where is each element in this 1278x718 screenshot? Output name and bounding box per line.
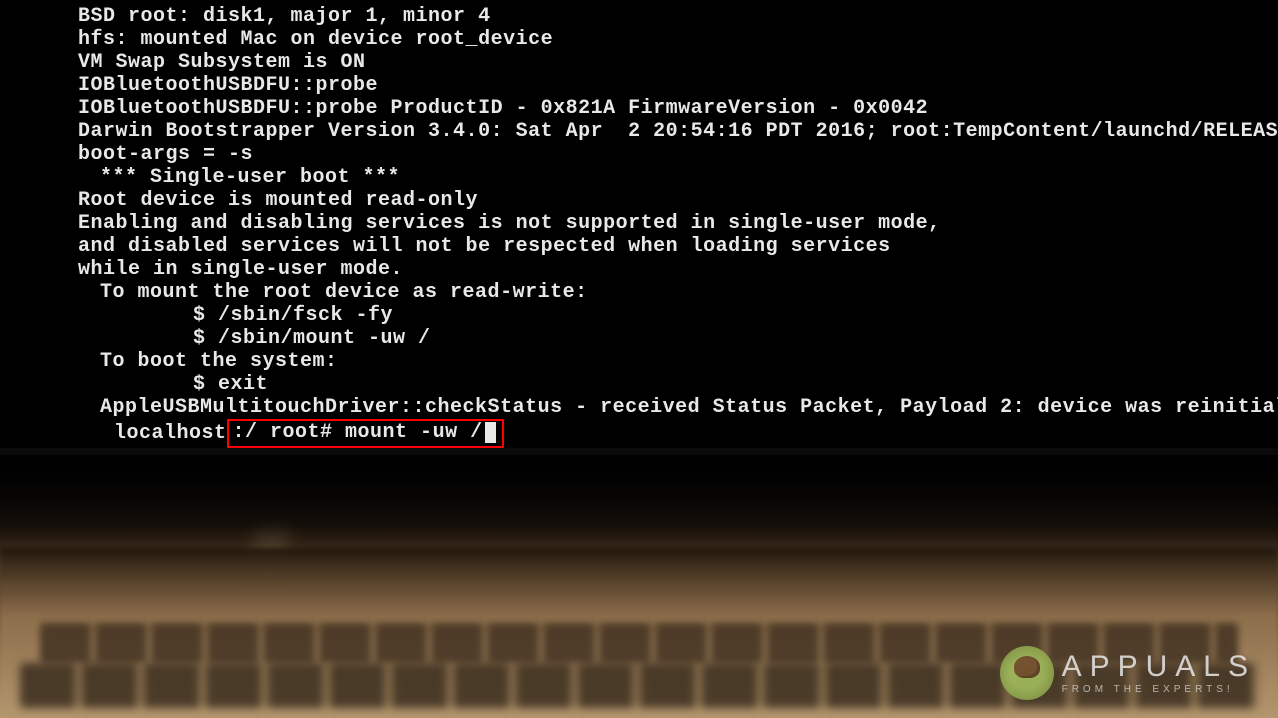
boot-line: VM Swap Subsystem is ON — [78, 51, 1278, 74]
bezel-shadow — [0, 455, 1278, 555]
boot-line: and disabled services will not be respec… — [78, 235, 1278, 258]
boot-line: hfs: mounted Mac on device root_device — [78, 28, 1278, 51]
boot-line-command: $ exit — [78, 373, 1278, 396]
boot-line: Darwin Bootstrapper Version 3.4.0: Sat A… — [78, 120, 1278, 143]
prompt-hostname: localhost — [114, 422, 227, 445]
boot-line: BSD root: disk1, major 1, minor 4 — [78, 5, 1278, 28]
watermark-text: APPUALS FROM THE EXPERTS! — [1062, 652, 1256, 695]
boot-line: IOBluetoothUSBDFU::probe — [78, 74, 1278, 97]
boot-line: *** Single-user boot *** — [78, 166, 1278, 189]
boot-line: IOBluetoothUSBDFU::probe ProductID - 0x8… — [78, 97, 1278, 120]
command-highlight-box: :/ root# mount -uw / — [227, 419, 504, 448]
terminal-prompt-line[interactable]: localhost :/ root# mount -uw / — [78, 419, 1278, 448]
boot-line-command: $ /sbin/mount -uw / — [78, 327, 1278, 350]
boot-line: To boot the system: — [78, 350, 1278, 373]
boot-line: Root device is mounted read-only — [78, 189, 1278, 212]
watermark-tagline: FROM THE EXPERTS! — [1062, 685, 1256, 695]
cursor-icon — [485, 422, 496, 443]
boot-line: AppleUSBMultitouchDriver::checkStatus - … — [78, 396, 1278, 419]
watermark-brand: APPUALS — [1062, 652, 1256, 682]
boot-line: To mount the root device as read-write: — [78, 281, 1278, 304]
terminal-screen: BSD root: disk1, major 1, minor 4 hfs: m… — [0, 0, 1278, 448]
typed-command: :/ root# mount -uw / — [233, 421, 483, 444]
appuals-logo-icon — [1000, 646, 1054, 700]
watermark: APPUALS FROM THE EXPERTS! — [1000, 646, 1256, 700]
boot-line: while in single-user mode. — [78, 258, 1278, 281]
boot-line: boot-args = -s — [78, 143, 1278, 166]
boot-line: Enabling and disabling services is not s… — [78, 212, 1278, 235]
boot-line-command: $ /sbin/fsck -fy — [78, 304, 1278, 327]
